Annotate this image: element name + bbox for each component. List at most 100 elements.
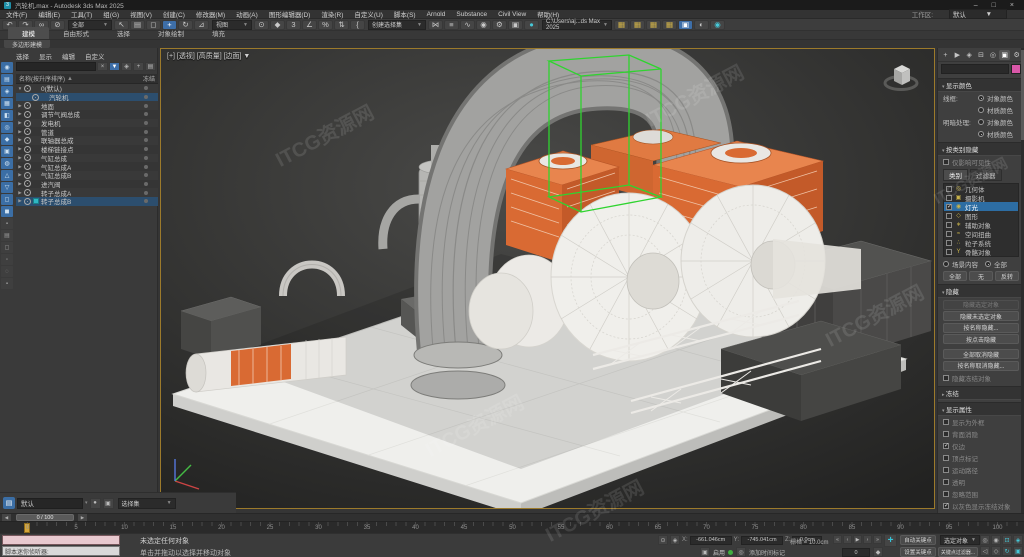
frozen-dot-icon[interactable] (144, 130, 148, 134)
fetch-scene-icon[interactable]: ▦ (646, 20, 661, 30)
expand-arrow-icon[interactable]: ▼ (16, 86, 24, 91)
time-slider[interactable]: ◀ 0 / 100 ▶ (0, 513, 1024, 521)
expand-arrow-icon[interactable]: ▶ (16, 198, 24, 204)
category-invert-button[interactable]: 反转 (995, 271, 1019, 281)
isolate-selection-icon[interactable]: ⊙ (658, 535, 668, 545)
ribbon-tab[interactable]: 建模 (8, 27, 49, 39)
named-sets-dropdown[interactable]: 创建选择集▼ (368, 20, 426, 30)
play-icon[interactable]: ▶ (853, 535, 862, 544)
object-name-field[interactable] (941, 64, 1009, 74)
hide-button[interactable]: 按点击隐藏 (943, 334, 1019, 344)
hide-by-category-rollout-header[interactable]: 按类别隐藏 (938, 142, 1024, 156)
pan-icon[interactable]: ◇ (991, 546, 1001, 556)
category-checkbox[interactable] (946, 195, 952, 201)
expand-arrow-icon[interactable]: ▶ (16, 146, 24, 152)
menu-item[interactable]: 渲染(R) (321, 9, 343, 19)
explorer-row[interactable]: 汽轮机 (16, 93, 158, 102)
expand-arrow-icon[interactable]: ▶ (16, 172, 24, 178)
lock-cell-editing-icon[interactable]: ◈ (121, 62, 132, 71)
display-property-checkbox[interactable] (943, 503, 949, 509)
explorer-row[interactable]: ▶ 发电机 (16, 119, 158, 128)
display-property-checkbox[interactable] (943, 431, 949, 437)
explorer-row[interactable]: ▼ 0(默认) (16, 84, 158, 93)
menu-item[interactable]: 修改器(M) (196, 9, 225, 19)
explorer-search-input[interactable] (16, 62, 96, 71)
category-item[interactable]: Y 骨骼对象 (944, 247, 1018, 256)
frozen-dot-icon[interactable] (144, 182, 148, 186)
menu-item[interactable]: Arnold (427, 11, 446, 18)
scene-content-radio[interactable] (943, 261, 949, 267)
explorer-filter-icon[interactable]: ▣ (1, 146, 13, 157)
visibility-eye-icon[interactable] (32, 94, 39, 101)
explorer-filter-icon[interactable]: ◍ (1, 158, 13, 169)
explorer-filter-icon[interactable]: ▦ (1, 98, 13, 109)
hide-button[interactable]: 隐藏未选定对象 (943, 311, 1019, 321)
render-icon[interactable]: ● (524, 20, 539, 30)
explorer-filter-icon[interactable]: ◆ (1, 134, 13, 145)
select-filter-icon[interactable]: ▼ (109, 62, 120, 71)
filter-tab[interactable]: 过滤器 (970, 169, 1002, 181)
menu-item[interactable]: 帮助(H) (537, 9, 559, 19)
zoom-extents-all-icon[interactable]: ◈ (1013, 535, 1023, 545)
command-panel-tab[interactable]: ◎ (987, 50, 998, 60)
menu-item[interactable]: 工具(T) (71, 9, 92, 19)
display-color-rollout-header[interactable]: 显示颜色 (938, 78, 1024, 92)
command-panel-tab[interactable]: ◈ (964, 50, 975, 60)
explorer-filter-icon[interactable]: ◧ (1, 110, 13, 121)
expand-arrow-icon[interactable]: ▶ (16, 111, 24, 117)
command-panel-tab[interactable]: ▶ (952, 50, 963, 60)
expand-arrow-icon[interactable]: ▶ (16, 190, 24, 196)
visibility-eye-icon[interactable] (24, 128, 31, 135)
explorer-row[interactable]: ▶ 转子总成B (16, 197, 158, 206)
shaded-object-color-radio[interactable] (978, 119, 984, 125)
align-icon[interactable]: ≡ (444, 20, 459, 30)
y-coord-field[interactable]: -745.041cm (741, 536, 783, 545)
command-panel-tab[interactable]: + (940, 50, 951, 60)
curve-editor-icon[interactable]: ∿ (460, 20, 475, 30)
category-checkbox[interactable] (946, 231, 952, 237)
save-scene-icon[interactable]: ▦ (630, 20, 645, 30)
layer-icon[interactable]: ▤ (3, 497, 15, 509)
category-item[interactable]: ▣ 摄影机 (944, 193, 1018, 202)
visibility-eye-icon[interactable] (24, 189, 31, 196)
fov-icon[interactable]: ◁ (980, 546, 990, 556)
expand-arrow-icon[interactable]: ▶ (16, 164, 24, 170)
add-time-tag[interactable]: 添加时间标记 (749, 548, 785, 557)
wireframe-material-color-radio[interactable] (978, 107, 984, 113)
explorer-row[interactable]: ▶ 转子总成A (16, 188, 158, 197)
render-frame-icon[interactable]: ▣ (508, 20, 523, 30)
explorer-row[interactable]: ▶ 调节气阀总成 (16, 110, 158, 119)
zoom-icon[interactable]: ◎ (980, 535, 990, 545)
expand-arrow-icon[interactable]: ▶ (16, 103, 24, 109)
display-property-row[interactable]: 仅边 (938, 440, 1024, 452)
mute-icon[interactable]: ◎ (736, 547, 746, 557)
hide-button[interactable]: 按名称隐藏... (943, 323, 1019, 333)
visibility-eye-icon[interactable] (24, 154, 31, 161)
time-slider-handle[interactable]: 0 / 100 (16, 514, 74, 521)
visibility-eye-icon[interactable] (24, 120, 31, 127)
explorer-row[interactable]: ▶ 联轴器总成 (16, 136, 158, 145)
zoom-all-icon[interactable]: ◉ (991, 535, 1001, 545)
visibility-eye-icon[interactable] (24, 146, 31, 153)
pick-parent-icon[interactable]: + (133, 62, 144, 71)
category-checkbox[interactable] (946, 213, 952, 219)
command-panel-tab[interactable]: ▣ (999, 50, 1010, 60)
layer-list-icon[interactable]: ▣ (103, 498, 114, 509)
select-manipulate-icon[interactable]: ◆ (270, 20, 285, 30)
visibility-only-checkbox[interactable] (943, 159, 949, 165)
category-all-button[interactable]: 全部 (943, 271, 967, 281)
expand-arrow-icon[interactable]: ▶ (16, 137, 24, 143)
menu-item[interactable]: 自定义(U) (354, 9, 383, 19)
import-scene-icon[interactable]: ▦ (614, 20, 629, 30)
explorer-row[interactable]: ▶ 气缸总成 (16, 154, 158, 163)
all-radio[interactable] (985, 261, 991, 267)
snap-toggle-icon[interactable]: 3 (286, 20, 301, 30)
hide-button[interactable]: 全部取消隐藏 (943, 349, 1019, 359)
frozen-dot-icon[interactable] (144, 138, 148, 142)
current-time-field[interactable]: 0 (842, 548, 870, 557)
display-property-checkbox[interactable] (943, 455, 949, 461)
visibility-eye-icon[interactable] (24, 102, 31, 109)
explorer-menu-edit[interactable]: 编辑 (62, 51, 75, 61)
mini-listener-field[interactable]: 脚本迷你侦听器: (2, 546, 120, 556)
go-to-end-icon[interactable]: » (873, 535, 882, 544)
